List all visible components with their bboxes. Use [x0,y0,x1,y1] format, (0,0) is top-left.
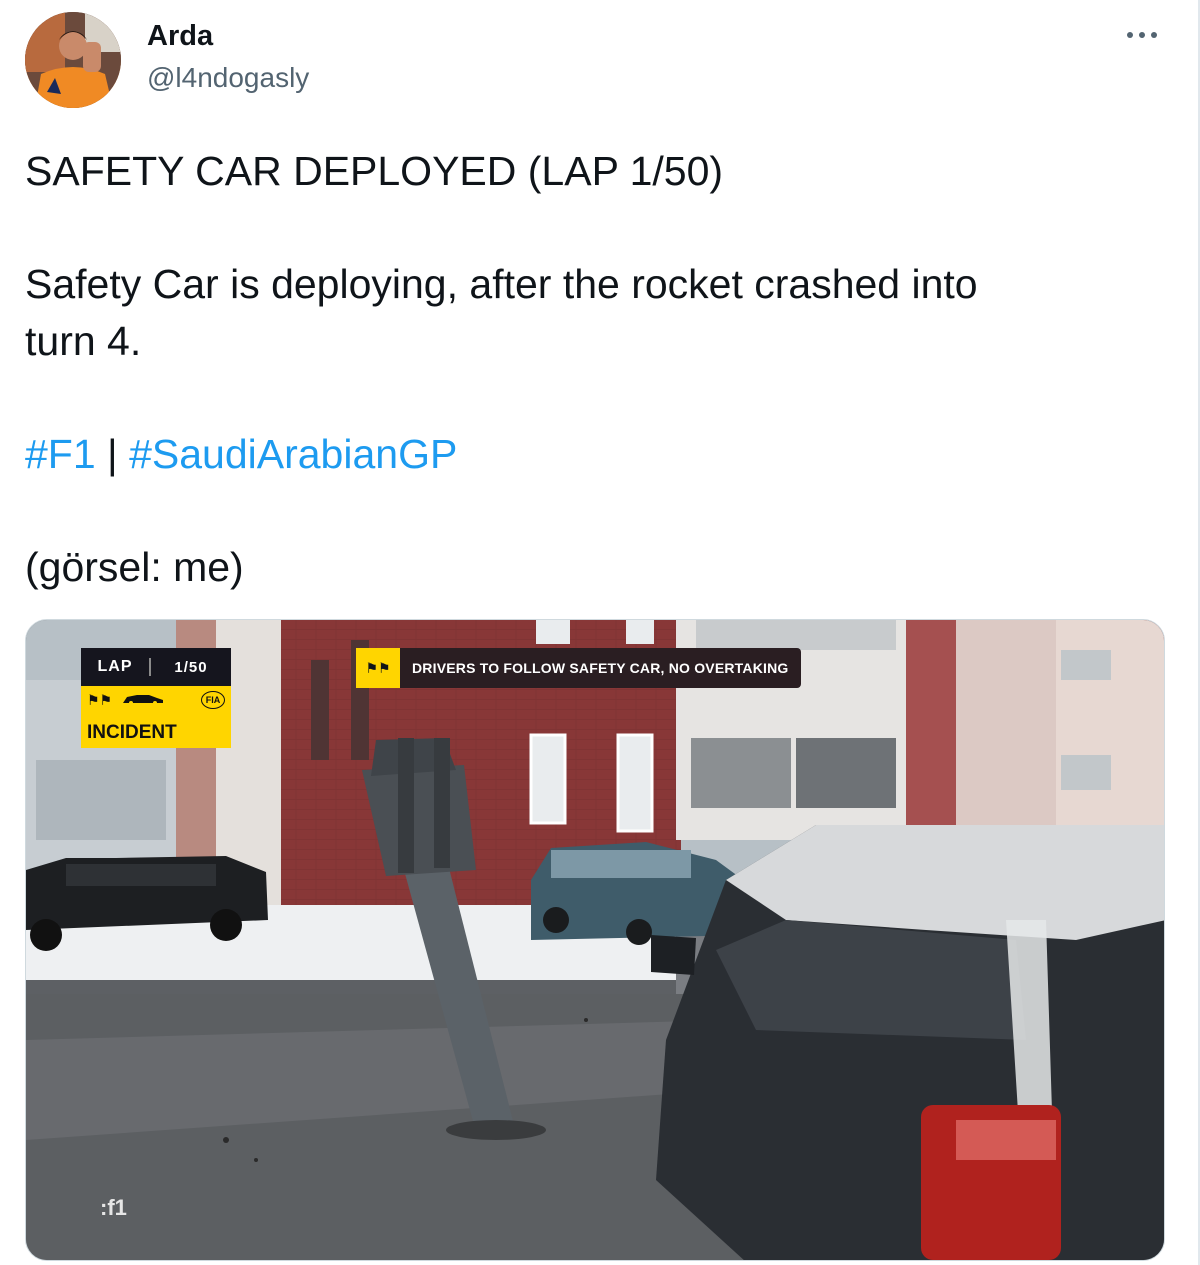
more-options-button[interactable] [1122,20,1162,50]
tweet-text-line: Safety Car is deploying, after the rocke… [25,261,978,307]
crossed-flags-icon: ⚑⚑ [356,648,400,688]
fia-logo: FIA [201,691,225,709]
display-name[interactable]: Arda [147,20,213,53]
lap-counter: LAP 1/50 [81,648,231,686]
tweet-media-image[interactable]: LAP 1/50 ⚑⚑ FIA INCIDENT ⚑⚑ DRIVERS TO F… [25,619,1165,1261]
avatar[interactable] [25,12,121,108]
lap-label: LAP [81,658,151,676]
hashtag-line: #F1 | #SaudiArabianGP [25,430,457,478]
tweet-text-line: (görsel: me) [25,544,244,590]
race-control-message: ⚑⚑ DRIVERS TO FOLLOW SAFETY CAR, NO OVER… [356,648,801,688]
user-avatar-icon [25,12,121,108]
safety-car-icon [123,695,163,705]
race-control-text: DRIVERS TO FOLLOW SAFETY CAR, NO OVERTAK… [400,648,801,688]
tweet-text-line: SAFETY CAR DEPLOYED (LAP 1/50) [25,148,724,194]
hashtag-separator: | [95,431,130,477]
user-handle[interactable]: @l4ndogasly [147,62,309,94]
hashtag-f1-link[interactable]: #F1 [25,431,96,477]
tweet-text-line: turn 4. [25,318,142,364]
tweet-card: Arda @l4ndogasly SAFETY CAR DEPLOYED (LA… [0,0,1200,1265]
lap-value: 1/50 [174,658,208,676]
more-icon [1127,32,1157,38]
incident-panel: ⚑⚑ FIA INCIDENT [81,686,231,748]
f1-watermark: :f1 [100,1195,127,1220]
crossed-flags-icon: ⚑⚑ [87,692,113,708]
incident-label: INCIDENT [87,722,177,743]
lap-indicator: LAP 1/50 ⚑⚑ FIA INCIDENT [81,648,231,748]
hashtag-saudiarabiangp-link[interactable]: #SaudiArabianGP [129,431,457,477]
